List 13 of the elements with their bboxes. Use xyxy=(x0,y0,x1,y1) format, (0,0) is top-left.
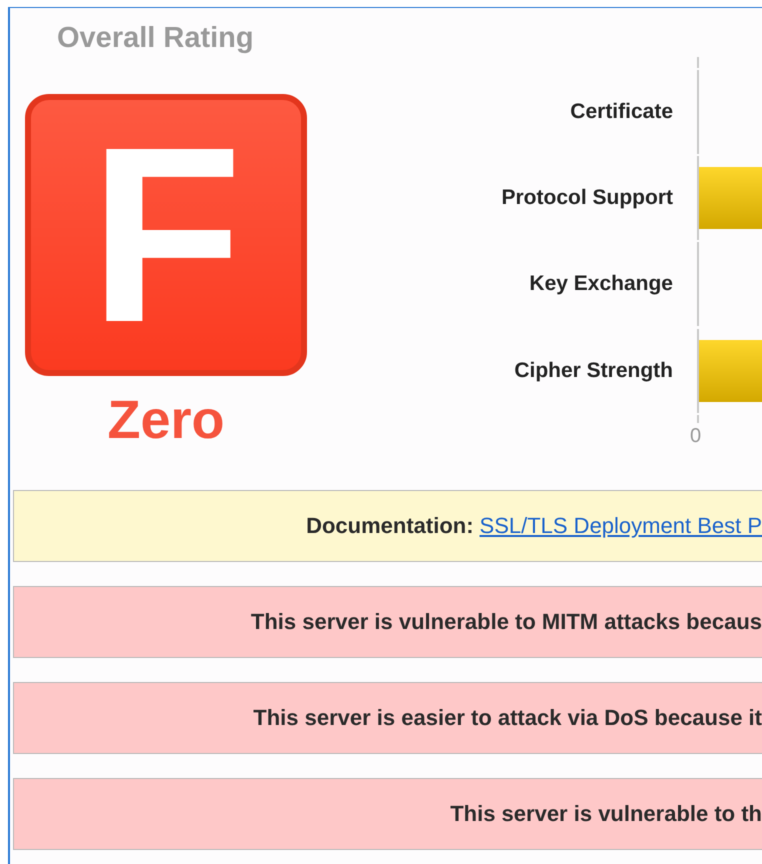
grade-badge: F xyxy=(25,94,307,376)
score-label: Zero xyxy=(106,390,226,450)
chart-category-label: Key Exchange xyxy=(529,272,673,296)
axis-tick-label: 0 xyxy=(690,424,702,447)
warning-banner: This server is vulnerable to th xyxy=(13,778,762,850)
chart-category-label: Protocol Support xyxy=(502,186,673,210)
chart-category-label: Certificate xyxy=(570,100,673,124)
chart-category-label: Cipher Strength xyxy=(514,358,673,383)
warning-banner: This server is easier to attack via DoS because it xyxy=(13,682,762,754)
banner-label: Documentation: xyxy=(306,513,474,539)
documentation-link[interactable]: SSL/TLS Deployment Best P xyxy=(480,513,762,539)
section-title: Overall Rating xyxy=(57,22,255,54)
warning-banner: This server is vulnerable to MITM attacks becaus xyxy=(13,586,762,658)
